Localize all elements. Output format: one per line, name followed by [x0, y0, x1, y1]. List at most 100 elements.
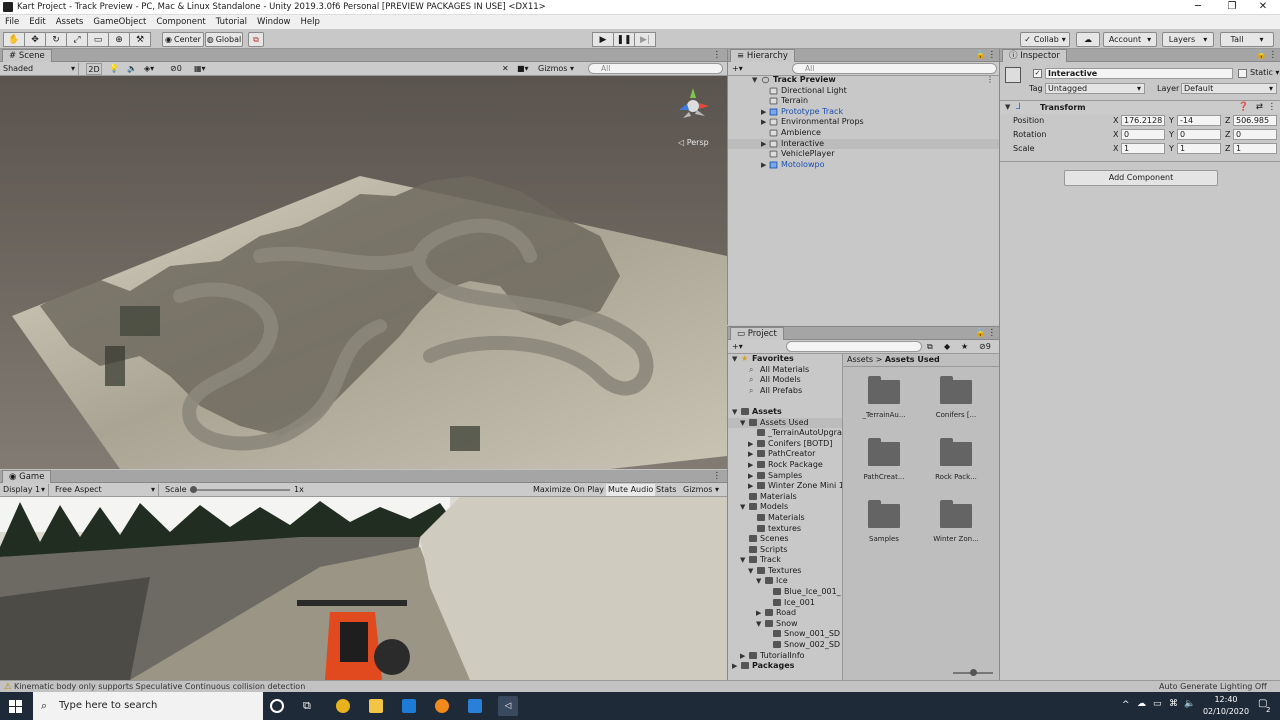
maximize-on-play-toggle[interactable]: Maximize On Play — [533, 484, 604, 496]
lock-icon[interactable]: 🔒 — [1256, 50, 1267, 60]
expand-arrow-icon[interactable]: ▶ — [732, 661, 737, 672]
transform-x-field[interactable]: 176.2128 — [1121, 115, 1165, 126]
add-component-button[interactable]: Add Component — [1064, 170, 1218, 186]
slider-handle[interactable] — [970, 669, 977, 676]
gizmos-dropdown[interactable]: Gizmos ▾ — [538, 63, 574, 75]
project-tree-item[interactable]: ▶ PathCreator — [728, 449, 842, 460]
project-tree-item[interactable]: Snow_001_SD — [728, 629, 842, 640]
menu-component[interactable]: Component — [151, 15, 210, 29]
tools-icon[interactable]: ✕ — [502, 63, 509, 75]
blender-icon[interactable] — [435, 699, 449, 713]
effects-toggle-icon[interactable]: ◈▾ — [144, 63, 154, 75]
hierarchy-item[interactable]: ▶ Prototype Track — [728, 107, 1000, 118]
project-tree-item[interactable]: ⌕ All Materials — [728, 365, 842, 376]
gameobject-name-field[interactable]: Interactive — [1045, 68, 1233, 79]
rect-tool-icon[interactable]: ▭ — [87, 32, 109, 47]
hierarchy-item[interactable]: VehiclePlayer — [728, 149, 1000, 160]
axis-label-x[interactable]: X — [1113, 130, 1118, 139]
transform-x-field[interactable]: 0 — [1121, 129, 1165, 140]
hierarchy-item[interactable]: Directional Light — [728, 86, 1000, 97]
transform-tool-icon[interactable]: ⊕ — [108, 32, 130, 47]
asset-folder-label[interactable]: Samples — [852, 535, 916, 543]
collab-dropdown[interactable]: ✓ Collab ▾ — [1020, 32, 1070, 47]
expand-arrow-icon[interactable]: ▶ — [761, 107, 766, 118]
asset-folder-label[interactable]: _TerrainAu... — [852, 411, 916, 419]
expand-arrow-icon[interactable]: ▼ — [732, 407, 737, 418]
asset-folder-label[interactable]: Winter Zon... — [924, 535, 988, 543]
hierarchy-item[interactable]: ▶ Environmental Props — [728, 117, 1000, 128]
expand-arrow-icon[interactable]: ▶ — [756, 608, 761, 619]
game-viewport[interactable] — [0, 497, 727, 680]
windows-start-icon[interactable] — [9, 700, 22, 713]
project-tree-item[interactable]: ⌕ All Models — [728, 375, 842, 386]
hierarchy-search-input[interactable]: All — [792, 63, 997, 74]
tab-project[interactable]: ▭ Project — [730, 327, 784, 340]
axis-label-x[interactable]: X — [1113, 116, 1118, 125]
clock-time[interactable]: 12:40 — [1208, 695, 1244, 704]
expand-arrow-icon[interactable]: ▼ — [748, 566, 753, 577]
project-tree-item[interactable]: ▼ Ice — [728, 576, 842, 587]
tag-dropdown[interactable]: Untagged ▾ — [1045, 83, 1145, 94]
cortana-icon[interactable] — [270, 699, 284, 713]
expand-arrow-icon[interactable]: ▶ — [748, 460, 753, 471]
transform-y-field[interactable]: 1 — [1177, 143, 1221, 154]
project-tree-item[interactable]: ▼ Snow — [728, 619, 842, 630]
tray-chevron-icon[interactable]: ^ — [1122, 700, 1130, 710]
expand-arrow-icon[interactable]: ▶ — [740, 651, 745, 662]
panel-menu-icon[interactable]: ⋮ — [988, 50, 997, 60]
asset-folder-icon[interactable] — [940, 438, 972, 466]
filter-type-icon[interactable]: ⧉ — [927, 341, 933, 353]
menu-help[interactable]: Help — [296, 15, 325, 29]
transform-z-field[interactable]: 506.985 — [1233, 115, 1277, 126]
tab-game[interactable]: ◉ Game — [2, 470, 52, 483]
cloud-icon[interactable]: ☁ — [1076, 32, 1100, 47]
axis-label-z[interactable]: Z — [1225, 144, 1230, 153]
layers-dropdown[interactable]: Layers ▾ — [1162, 32, 1214, 47]
menu-edit[interactable]: Edit — [24, 15, 50, 29]
project-tree-item[interactable]: ▼ Textures — [728, 566, 842, 577]
camera-icon[interactable]: ■▾ — [517, 63, 529, 75]
project-tree-item[interactable]: ▼ Track — [728, 555, 842, 566]
asset-folder-icon[interactable] — [868, 438, 900, 466]
panel-menu-icon[interactable]: ⋮ — [713, 50, 722, 60]
project-tree-item[interactable]: Snow_002_SD — [728, 640, 842, 651]
axis-label-z[interactable]: Z — [1225, 116, 1230, 125]
expand-arrow-icon[interactable]: ▼ — [740, 418, 745, 429]
project-tree-item[interactable]: _TerrainAutoUpgrac — [728, 428, 842, 439]
menu-window[interactable]: Window — [252, 15, 296, 29]
expand-arrow-icon[interactable]: ▶ — [761, 117, 766, 128]
panel-menu-icon[interactable]: ⋮ — [988, 328, 997, 338]
panel-menu-icon[interactable]: ⋮ — [1269, 50, 1278, 60]
expand-arrow-icon[interactable]: ▼ — [740, 555, 745, 566]
project-tree-item[interactable]: ▶ Samples — [728, 471, 842, 482]
tab-hierarchy[interactable]: ≡ Hierarchy — [730, 49, 795, 62]
2d-toggle[interactable]: 2D — [86, 63, 102, 75]
project-tree-item[interactable]: Materials — [728, 513, 842, 524]
project-tree-item[interactable]: ▶ TutorialInfo — [728, 651, 842, 662]
axis-label-z[interactable]: Z — [1225, 130, 1230, 139]
asset-folder-icon[interactable] — [868, 500, 900, 528]
step-icon[interactable]: ▶| — [634, 32, 656, 47]
scene-menu-icon[interactable]: ⋮ — [986, 75, 994, 86]
minimize-button[interactable]: ─ — [1181, 0, 1215, 15]
expand-arrow-icon[interactable]: ▶ — [761, 160, 766, 171]
pause-icon[interactable]: ❚❚ — [613, 32, 635, 47]
transform-z-field[interactable]: 1 — [1233, 143, 1277, 154]
grid-toggle-icon[interactable]: ▦▾ — [194, 63, 206, 75]
custom-tool-icon[interactable]: ⚒ — [129, 32, 151, 47]
project-tree-item[interactable]: ▶ Packages — [728, 661, 842, 672]
aspect-dropdown[interactable]: Free Aspect ▾ — [55, 484, 159, 496]
project-tree-item[interactable]: ▼ ★ Favorites — [728, 354, 842, 365]
game-gizmos-dropdown[interactable]: Gizmos ▾ — [683, 484, 719, 496]
asset-folder-icon[interactable] — [940, 376, 972, 404]
taskbar-search-input[interactable]: Type here to search — [33, 692, 263, 720]
project-tree-item[interactable]: ▶ Winter Zone Mini 1. — [728, 481, 842, 492]
breadcrumb-assets[interactable]: Assets — [847, 355, 873, 364]
favorite-star-icon[interactable]: ★ — [961, 341, 968, 353]
battery-icon[interactable]: ▭ — [1153, 699, 1162, 709]
asset-folder-label[interactable]: PathCreat... — [852, 473, 916, 481]
help-icon[interactable]: ❓ — [1238, 102, 1249, 112]
asset-folder-icon[interactable] — [940, 500, 972, 528]
static-dropdown[interactable]: Static ▾ — [1250, 68, 1279, 77]
expand-arrow-icon[interactable]: ▼ — [756, 619, 761, 630]
